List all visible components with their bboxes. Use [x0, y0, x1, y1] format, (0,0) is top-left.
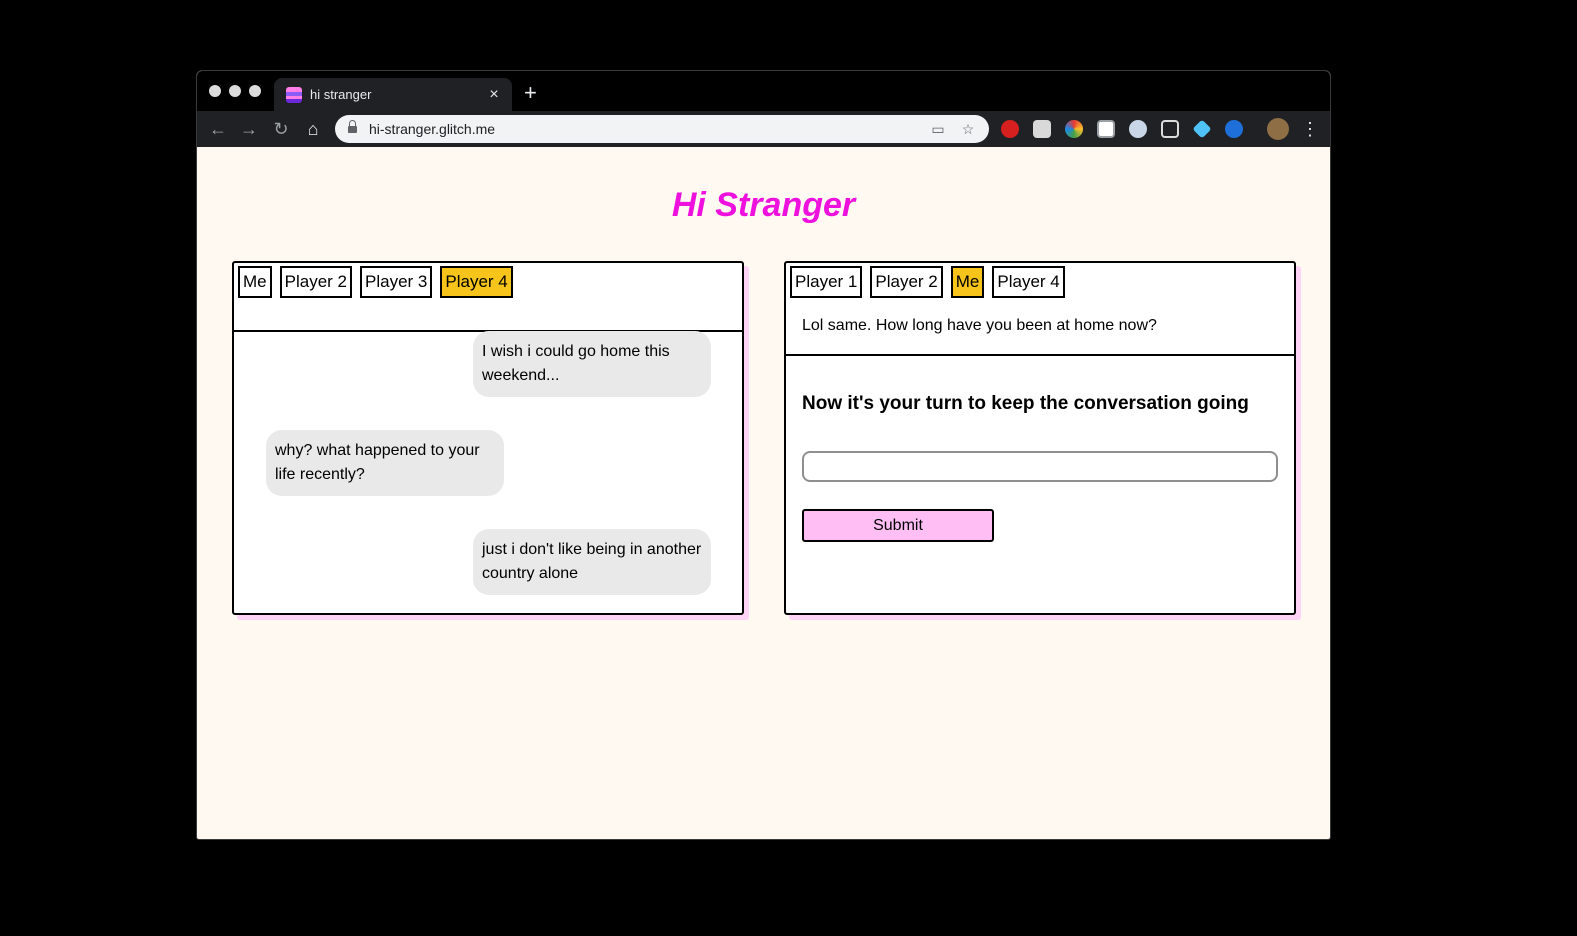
tab-bar: hi stranger × +	[197, 71, 1330, 111]
player-tab-me[interactable]: Me	[950, 266, 985, 298]
document-extension-icon[interactable]	[1033, 120, 1051, 138]
close-window-dot[interactable]	[209, 85, 221, 97]
search-extension-icon[interactable]	[1129, 120, 1147, 138]
chat-bubble-incoming: why? what happened to your life recently…	[266, 430, 504, 496]
browser-toolbar: ← → ↻ ⌂ hi-stranger.glitch.me ▭ ☆ ⋮	[197, 111, 1330, 147]
close-tab-icon[interactable]: ×	[486, 86, 502, 104]
forward-arrow-icon[interactable]: →	[238, 118, 260, 140]
color-extension-icon[interactable]	[1065, 120, 1083, 138]
player-tab-player-4[interactable]: Player 4	[440, 266, 513, 298]
url-text[interactable]: hi-stranger.glitch.me	[369, 121, 929, 137]
home-icon[interactable]: ⌂	[302, 118, 324, 140]
turn-prompt: Now it's your turn to keep the conversat…	[802, 393, 1249, 414]
player-tab-me[interactable]: Me	[238, 266, 272, 298]
site-favicon-icon	[286, 86, 302, 103]
bookmark-star-icon[interactable]: ☆	[959, 120, 977, 138]
chat-history-panel: Me Player 2 Player 3 Player 4 I wish i c…	[232, 261, 744, 615]
reply-input[interactable]	[802, 451, 1278, 482]
reply-panel: Player 1 Player 2 Me Player 4 Lol same. …	[784, 261, 1296, 615]
browser-window: hi stranger × + ← → ↻ ⌂ hi-stranger.glit…	[196, 70, 1331, 840]
minimize-window-dot[interactable]	[229, 85, 241, 97]
player-tab-player-1[interactable]: Player 1	[790, 266, 863, 298]
reload-icon[interactable]: ↻	[270, 118, 292, 140]
browser-tab[interactable]: hi stranger ×	[274, 78, 512, 111]
tab-title: hi stranger	[310, 87, 372, 102]
previous-message: Lol same. How long have you been at home…	[802, 317, 1157, 334]
adblock-extension-icon[interactable]	[1001, 120, 1019, 138]
maximize-window-dot[interactable]	[249, 85, 261, 97]
browser-menu-icon[interactable]: ⋮	[1299, 118, 1321, 140]
lock-icon	[348, 119, 357, 135]
notion-extension-icon[interactable]	[1097, 120, 1115, 138]
chat-bubble-outgoing: just i don't like being in another count…	[473, 529, 711, 595]
page-title: Hi Stranger	[671, 186, 856, 224]
player-tab-player-2[interactable]: Player 2	[870, 266, 943, 298]
address-bar[interactable]: hi-stranger.glitch.me ▭ ☆	[335, 115, 989, 143]
panel-divider	[786, 354, 1294, 356]
profile-avatar[interactable]	[1267, 118, 1289, 140]
diamond-extension-icon[interactable]	[1192, 119, 1212, 139]
back-arrow-icon[interactable]: ←	[207, 118, 229, 140]
player-tab-player-3[interactable]: Player 3	[360, 266, 433, 298]
player-tabs: Player 1 Player 2 Me Player 4	[790, 266, 1065, 298]
player-tab-player-2[interactable]: Player 2	[279, 266, 352, 298]
new-tab-button[interactable]: +	[524, 80, 537, 106]
chat-bubble-outgoing: I wish i could go home this weekend...	[473, 331, 711, 397]
submit-button[interactable]: Submit	[802, 509, 994, 542]
player-tab-player-4[interactable]: Player 4	[992, 266, 1065, 298]
player-tabs: Me Player 2 Player 3 Player 4	[238, 266, 513, 298]
cb-extension-icon[interactable]	[1161, 120, 1179, 138]
museum-extension-icon[interactable]	[1225, 120, 1243, 138]
cast-icon[interactable]: ▭	[929, 120, 947, 138]
